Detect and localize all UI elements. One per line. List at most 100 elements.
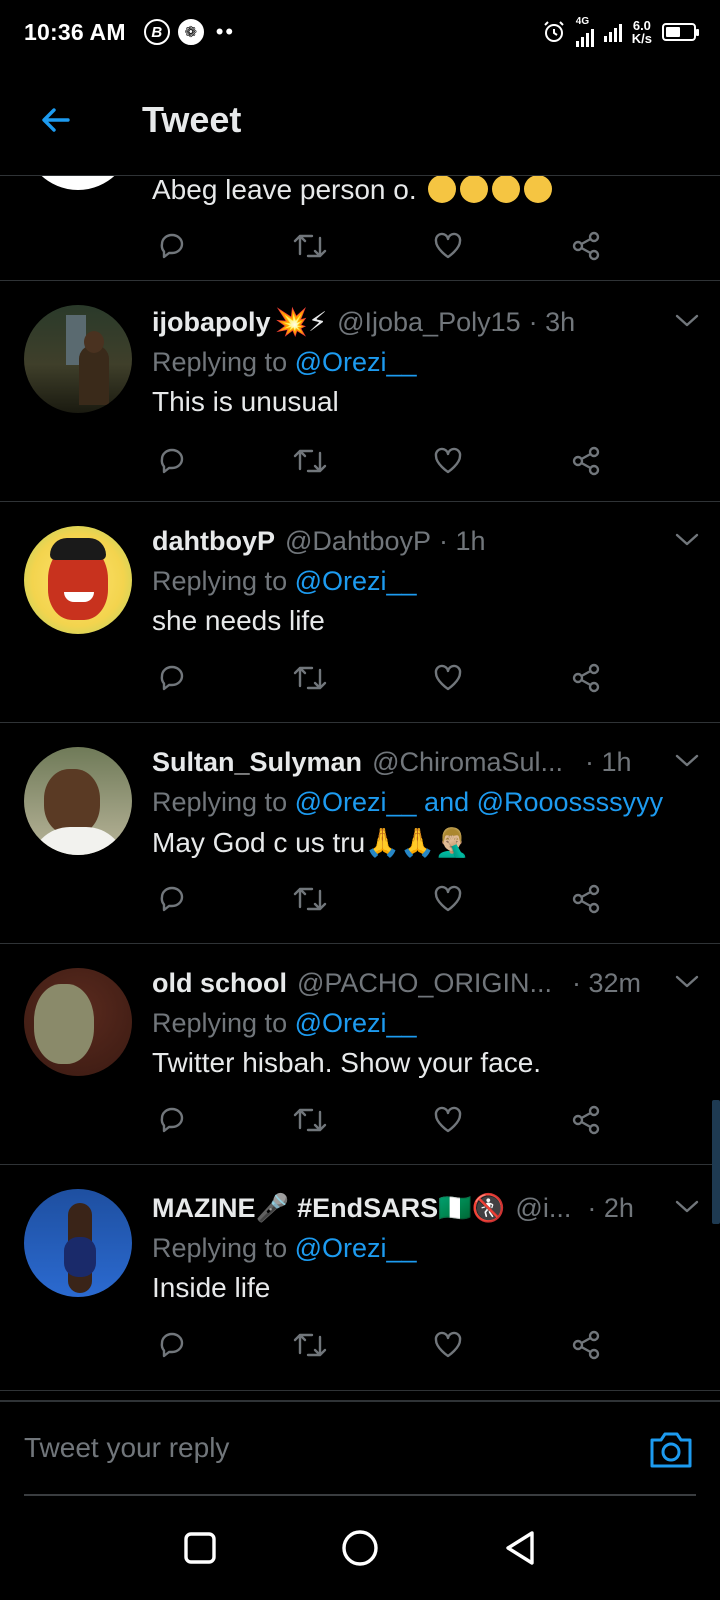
share-icon [572,1105,600,1135]
retweet-button[interactable] [290,441,330,481]
name-tag-emoji: 🇳🇬🚷 [438,1193,506,1223]
mention-link[interactable]: @Orezi__ and @Rooossssyyy [295,787,663,817]
reply-button[interactable] [152,1100,192,1140]
chevron-down-icon[interactable] [672,524,702,554]
mention-link[interactable]: @Orezi__ [295,1008,417,1038]
laughing-emoji-icon [492,176,521,203]
reply-tweet[interactable]: ijobapoly 💥⚡ @Ijoba_Poly15 · 3h Replying… [0,281,720,502]
like-button[interactable] [428,226,468,266]
share-button[interactable] [566,226,606,266]
user-handle[interactable]: @DahtboyP [285,526,431,557]
avatar[interactable] [24,968,132,1076]
user-handle[interactable]: @ChiromaSul... [372,747,563,778]
user-display-name[interactable]: MAZINE [152,1193,256,1224]
tweet-text: May God c us tru [152,827,366,858]
share-button[interactable] [566,879,606,919]
reply-tweet[interactable]: Sultan_Sulyman @ChiromaSul... · 1h Reply… [0,723,720,944]
b-app-icon: B [143,19,170,45]
retweet-button[interactable] [290,1100,330,1140]
mention-link[interactable]: @Orezi__ [295,566,417,596]
share-icon [572,884,600,914]
tweet-text: Abeg leave person o. [152,176,417,205]
user-display-name[interactable]: old school [152,968,287,999]
avatar[interactable] [24,747,132,855]
retweet-button[interactable] [290,658,330,698]
circle-icon [342,1530,378,1566]
battery-level [666,27,680,37]
square-icon [184,1532,216,1564]
user-handle[interactable]: @Ijoba_Poly15 [337,307,521,338]
reply-button[interactable] [152,879,192,919]
chevron-down-icon[interactable] [672,305,702,335]
share-icon [572,1330,600,1360]
reply-button[interactable] [152,226,192,266]
avatar[interactable] [24,526,132,634]
tweet-partial[interactable]: Abeg leave person o. [0,176,720,281]
reply-feed[interactable]: Abeg leave person o. ijobapoly 💥⚡ @Ijoba… [0,176,720,1400]
like-button[interactable] [428,441,468,481]
tweet-emoji: 🙏🙏🤦🏼‍♂️ [365,827,470,858]
tweet-actions [152,1100,622,1140]
avatar[interactable] [24,1189,132,1297]
replying-to: Replying to @Orezi__ [152,1233,417,1263]
mention-link[interactable]: @Orezi__ [295,347,417,377]
retweet-button[interactable] [290,226,330,266]
recents-button[interactable] [170,1518,230,1578]
reply-button[interactable] [152,441,192,481]
avatar[interactable] [24,305,132,413]
back-nav-button[interactable] [490,1518,550,1578]
replying-to: Replying to @Orezi__ [152,1008,417,1038]
retweet-button[interactable] [290,1325,330,1365]
name-hashtag[interactable]: #EndSARS [297,1193,438,1224]
home-button[interactable] [330,1518,390,1578]
arrow-left-icon [42,107,70,132]
share-button[interactable] [566,658,606,698]
alarm-icon [544,21,564,42]
user-handle[interactable]: @PACHO_ORIGIN... [297,968,552,999]
avatar[interactable] [24,176,132,190]
reply-button[interactable] [152,1325,192,1365]
share-button[interactable] [566,441,606,481]
camera-button[interactable] [648,1428,694,1470]
triangle-back-icon [506,1531,534,1565]
share-icon [572,231,600,261]
user-display-name[interactable]: dahtboyP [152,526,275,557]
like-button[interactable] [428,1325,468,1365]
like-button[interactable] [428,1100,468,1140]
reply-icon [160,1107,184,1133]
like-button[interactable] [428,879,468,919]
share-button[interactable] [566,1100,606,1140]
status-time: 10:36 AM [24,18,126,45]
heart-icon [434,232,462,259]
mention-link[interactable]: @Orezi__ [295,1233,417,1263]
name-emoji: 💥⚡ [274,307,328,337]
laughing-emoji-icon [460,176,489,203]
retweet-button[interactable] [290,879,330,919]
reply-tweet[interactable]: old school @PACHO_ORIGIN... · 32m Replyi… [0,944,720,1165]
chevron-down-icon[interactable] [672,745,702,775]
battery-icon [662,23,699,41]
tweet-actions [152,1325,622,1365]
heart-icon [434,447,462,474]
reply-icon [160,665,184,691]
back-button[interactable] [26,90,86,150]
share-button[interactable] [566,1325,606,1365]
more-notifications-icon: •• [215,19,236,44]
tweet-time: · 32m [571,967,641,998]
reply-button[interactable] [152,658,192,698]
signal-4g: 4G [575,16,594,47]
share-icon [572,663,600,693]
chevron-down-icon[interactable] [672,1191,702,1221]
reply-input[interactable] [24,1426,584,1470]
reply-tweet[interactable]: dahtboyP @DahtboyP · 1h Replying to @Ore… [0,502,720,723]
user-handle[interactable]: @i... [515,1193,571,1224]
user-display-name[interactable]: ijobapoly [152,307,271,338]
like-button[interactable] [428,658,468,698]
user-display-name[interactable]: Sultan_Sulyman [152,747,362,778]
tweet-time: · 3h [528,306,576,337]
app-notification-icon: ❁ [177,19,204,45]
scrollbar[interactable] [712,1100,720,1224]
chevron-down-icon[interactable] [672,966,702,996]
network-type: 4G [575,16,590,27]
reply-tweet[interactable]: MAZINE 🎤 #EndSARS 🇳🇬🚷 @i... · 2h Replyin… [0,1165,720,1391]
